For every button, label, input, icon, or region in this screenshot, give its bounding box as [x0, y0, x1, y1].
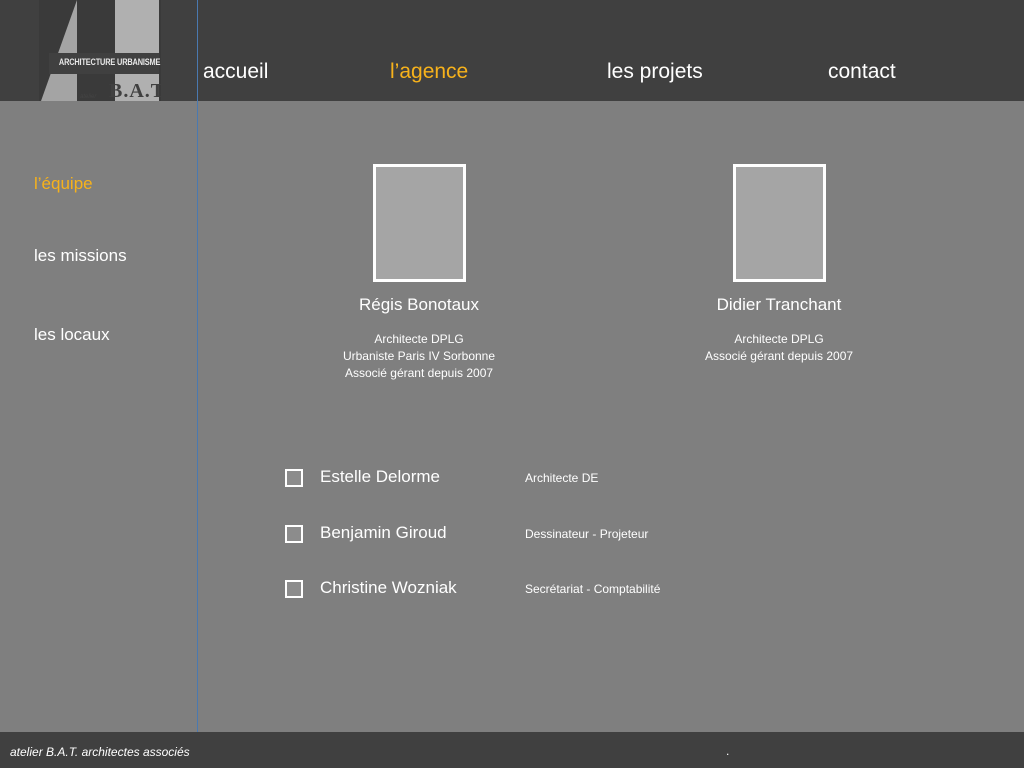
- staff-name: Benjamin Giroud: [320, 523, 447, 542]
- nav-item-agence[interactable]: l’agence: [390, 60, 468, 84]
- footer-dot: .: [726, 744, 730, 758]
- partner-description: Architecte DPLG Associé gérant depuis 20…: [659, 331, 899, 365]
- partner-desc-line: Associé gérant depuis 2007: [344, 366, 494, 380]
- sidebar-item-locaux[interactable]: les locaux: [34, 325, 110, 345]
- staff-role: Secrétariat - Comptabilité: [525, 582, 661, 596]
- footer-text: atelier B.A.T. architectes associés: [10, 745, 190, 759]
- logo-tagline: ARCHITECTURE URBANISME: [58, 57, 161, 67]
- logo-small-text: atelier: [80, 94, 97, 100]
- partner-photo: [733, 164, 826, 282]
- sidebar-item-equipe[interactable]: l’équipe: [34, 174, 93, 194]
- footer: atelier B.A.T. architectes associés .: [0, 732, 1024, 768]
- partner-photo: [373, 164, 466, 282]
- nav-item-accueil[interactable]: accueil: [203, 60, 268, 84]
- partner-desc-line: Urbaniste Paris IV Sorbonne: [342, 349, 496, 363]
- checkbox-icon: [285, 525, 303, 543]
- partner-name: Régis Bonotaux: [358, 295, 480, 314]
- vertical-divider: [197, 0, 198, 732]
- logo-bat: B.A.T: [109, 80, 161, 101]
- checkbox-icon: [285, 469, 303, 487]
- partner-desc-line: Architecte DPLG: [374, 332, 464, 346]
- staff-name: Estelle Delorme: [320, 467, 440, 486]
- staff-name: Christine Wozniak: [320, 578, 457, 597]
- partner-name: Didier Tranchant: [716, 295, 842, 314]
- partner-desc-line: Associé gérant depuis 2007: [704, 349, 854, 363]
- logo-a-left-stroke: [41, 0, 77, 101]
- staff-role: Architecte DE: [525, 471, 599, 485]
- partner-description: Architecte DPLG Urbaniste Paris IV Sorbo…: [299, 331, 539, 382]
- nav-item-projets[interactable]: les projets: [607, 60, 703, 84]
- logo[interactable]: ARCHITECTURE URBANISME atelier B.A.T: [39, 0, 161, 101]
- staff-role: Dessinateur - Projeteur: [525, 527, 649, 541]
- sidebar-item-missions[interactable]: les missions: [34, 246, 127, 266]
- checkbox-icon: [285, 580, 303, 598]
- partner-desc-line: Architecte DPLG: [734, 332, 824, 346]
- nav-item-contact[interactable]: contact: [828, 60, 896, 84]
